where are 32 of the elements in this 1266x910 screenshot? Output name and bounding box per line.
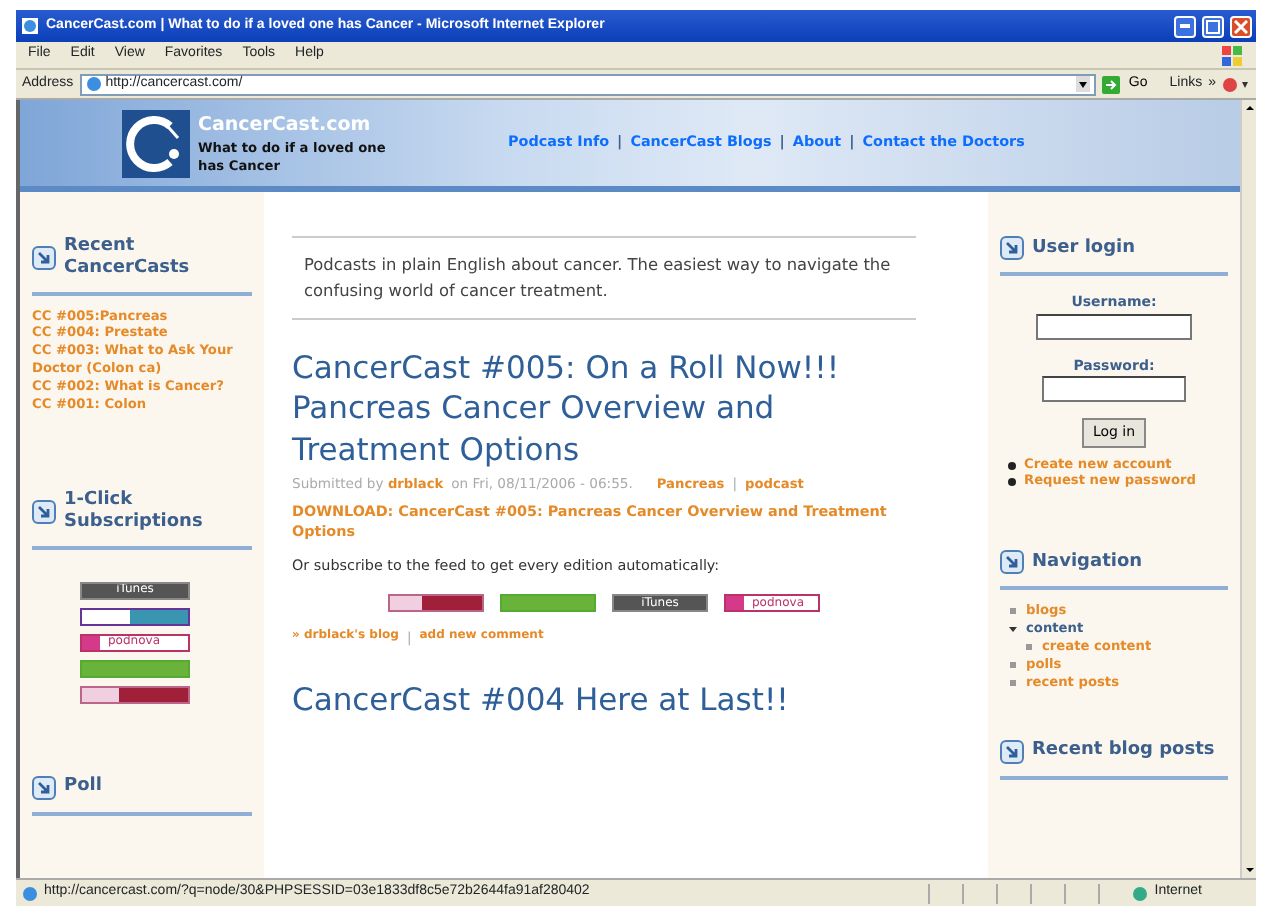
windows-logo-icon	[1220, 43, 1244, 67]
maximize-button[interactable]	[1202, 15, 1224, 37]
logo-icon	[122, 109, 190, 177]
username-field[interactable]	[1036, 313, 1192, 339]
arrow-icon	[1000, 236, 1024, 260]
close-icon	[1234, 19, 1248, 33]
post-title[interactable]: CancerCast #005: On a Roll Now!!! Pancreas Cancer Overview and Treatment Options	[292, 348, 916, 470]
maximize-icon	[1206, 19, 1220, 33]
section-heading: User login	[1032, 237, 1136, 259]
minimize-button[interactable]	[1174, 15, 1196, 37]
section-heading: Navigation	[1032, 551, 1143, 574]
subscribe-badge[interactable]	[388, 594, 484, 613]
minimize-icon	[1180, 24, 1190, 28]
toolbar-icon	[1222, 75, 1250, 93]
globe-icon	[1132, 885, 1149, 901]
dropdown-icon	[1076, 76, 1091, 92]
scroll-down-icon	[1242, 862, 1258, 878]
site-name[interactable]: CancerCast.com	[198, 111, 388, 141]
section-heading: Recent blog posts	[1032, 740, 1215, 763]
section-heading: 1-Click Subscriptions	[64, 489, 205, 534]
subscribe-badge[interactable]	[80, 607, 190, 626]
subscribe-badge[interactable]	[80, 685, 190, 704]
password-field[interactable]	[1042, 376, 1186, 402]
close-button[interactable]	[1230, 15, 1252, 37]
bullet-icon	[1008, 461, 1016, 469]
scroll-up-icon	[1242, 100, 1258, 116]
section-heading: Recent CancerCasts	[64, 236, 192, 280]
section-heading: Poll	[64, 776, 102, 798]
intro-text: Podcasts in plain English about cancer. The easiest way to navigate the confusing world of cancer treatment.	[292, 236, 916, 321]
post-title[interactable]: CancerCast #004 Here at Last!!	[292, 680, 916, 721]
arrow-icon	[1102, 75, 1121, 93]
bullet-icon	[1008, 478, 1016, 487]
